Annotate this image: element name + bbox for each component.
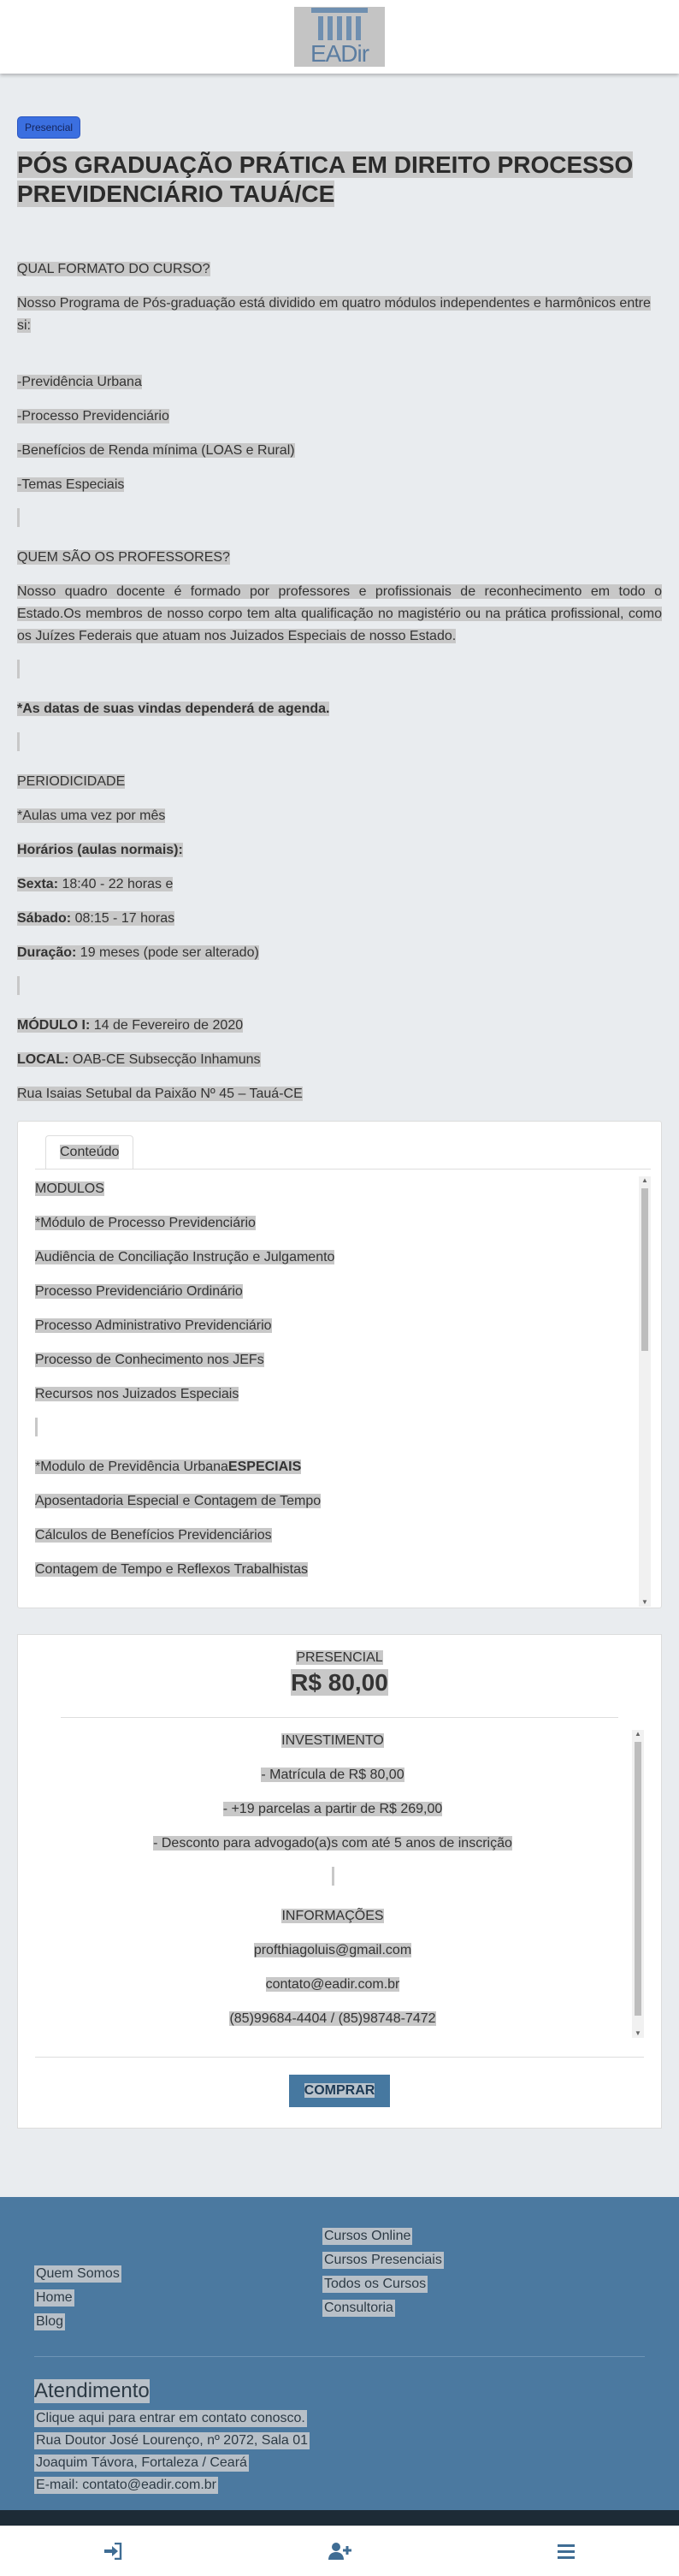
pricing-price: R$ 80,00 <box>291 1669 388 1696</box>
list-item: Processo de Conhecimento nos JEFs <box>35 1353 264 1367</box>
info-item: profthiagoluis@gmail.com <box>253 1943 412 1957</box>
location: LOCAL: OAB-CE Subsecção Inhamuns <box>17 1052 261 1067</box>
list-item: Aposentadoria Especial e Contagem de Tem… <box>35 1494 322 1508</box>
menu-icon[interactable] <box>549 2534 583 2568</box>
invest-item: - Matrícula de R$ 80,00 <box>261 1768 404 1782</box>
schedule-title: Horários (aulas normais): <box>17 843 183 857</box>
module-item: -Previdência Urbana <box>17 375 142 389</box>
city-line: Joaquim Távora, Fortaleza / Ceará <box>34 2455 249 2472</box>
info-item: (85)99684-4404 / (85)98748-7472 <box>229 2011 436 2026</box>
pricing-mode: PRESENCIAL <box>296 1650 383 1665</box>
scroll-down-icon[interactable]: ▼ <box>634 2029 642 2038</box>
address-line: Rua Doutor José Lourenço, nº 2072, Sala … <box>34 2432 310 2449</box>
format-text: Nosso Programa de Pós-graduação está div… <box>17 296 651 333</box>
list-item: *Modulo de Previdência UrbanaESPECIAIS <box>35 1460 302 1474</box>
invest-item: - +19 parcelas a partir de R$ 269,00 <box>222 1802 443 1816</box>
pricing-card: PRESENCIAL R$ 80,00 INVESTIMENTO - Matrí… <box>17 1634 662 2129</box>
professors-question: QUEM SÃO OS PROFESSORES? <box>17 550 230 565</box>
list-item: Recursos nos Juizados Especiais <box>35 1387 239 1401</box>
professors-text: Nosso quadro docente é formado por profe… <box>17 584 662 643</box>
comprar-button[interactable]: COMPRAR <box>288 2075 391 2107</box>
presencial-badge: Presencial <box>17 116 81 139</box>
list-item: Processo Previdenciário Ordinário <box>35 1284 243 1299</box>
module-start: MÓDULO I: 14 de Fevereiro de 2020 <box>17 1018 244 1033</box>
list-item: Audiência de Conciliação Instrução e Jul… <box>35 1250 335 1264</box>
invest-title: INVESTIMENTO <box>281 1733 384 1748</box>
atendimento-title: Atendimento <box>34 2379 150 2403</box>
schedule-sabado: Sábado: 08:15 - 17 horas <box>17 911 175 926</box>
scroll-up-icon[interactable]: ▲ <box>634 1730 642 1738</box>
module-item: -Processo Previdenciário <box>17 409 169 423</box>
scroll-up-icon[interactable]: ▲ <box>641 1176 649 1185</box>
footer-link-todos-cursos[interactable]: Todos os Cursos <box>322 2276 428 2293</box>
footer-link-blog[interactable]: Blog <box>34 2313 66 2330</box>
email-line: E-mail: contato@eadir.com.br <box>34 2477 218 2494</box>
module-item: -Temas Especiais <box>17 477 125 492</box>
user-plus-icon[interactable] <box>322 2534 357 2568</box>
info-item: contato@eadir.com.br <box>265 1977 400 1992</box>
footer-link-home[interactable]: Home <box>34 2289 74 2307</box>
content-tabs-card: Conteúdo MODULOS *Módulo de Processo Pre… <box>17 1121 662 1608</box>
footer-link-quem-somos[interactable]: Quem Somos <box>34 2265 121 2283</box>
list-item: Cálculos de Benefícios Previdenciários <box>35 1528 272 1543</box>
site-footer: Quem Somos Home Blog Cursos Online Curso… <box>0 2197 679 2526</box>
tab-conteudo[interactable]: Conteúdo <box>45 1135 134 1170</box>
tab-panel: MODULOS *Módulo de Processo Previdenciár… <box>35 1169 651 1607</box>
list-item: Processo Administrativo Previdenciário <box>35 1318 272 1333</box>
pricing-info: INVESTIMENTO - Matrícula de R$ 80,00 - +… <box>35 1730 644 2038</box>
footer-link-cursos-presenciais[interactable]: Cursos Presenciais <box>322 2252 444 2269</box>
site-header: EADir <box>0 0 679 74</box>
module-item: -Benefícios de Renda mínima (LOAS e Rura… <box>17 443 295 458</box>
schedule-sexta: Sexta: 18:40 - 22 horas e <box>17 877 174 891</box>
schedule-duracao: Duração: 19 meses (pode ser alterado) <box>17 945 259 960</box>
format-question: QUAL FORMATO DO CURSO? <box>17 262 210 276</box>
contact-link[interactable]: Clique aqui para entrar em contato conos… <box>34 2410 307 2427</box>
footer-link-consultoria[interactable]: Consultoria <box>322 2300 395 2317</box>
pricing-scrollbar[interactable]: ▲ ▼ <box>632 1730 644 2038</box>
periodicity-text: *Aulas uma vez por mês <box>17 808 166 823</box>
list-item: MODULOS <box>35 1181 104 1196</box>
page-title: PÓS GRADUAÇÃO PRÁTICA EM DIREITO PROCESS… <box>17 151 634 207</box>
course-content: Presencial PÓS GRADUAÇÃO PRÁTICA EM DIRE… <box>0 74 679 2129</box>
footer-link-cursos-online[interactable]: Cursos Online <box>322 2228 413 2245</box>
logo-text: EADir <box>310 40 369 67</box>
eadir-logo[interactable]: EADir <box>294 7 385 67</box>
bottom-nav <box>0 2526 679 2576</box>
info-title: INFORMAÇÕES <box>281 1909 384 1923</box>
list-item: *Módulo de Processo Previdenciário <box>35 1216 256 1230</box>
periodicity-title: PERIODICIDADE <box>17 774 126 789</box>
tab-scrollbar[interactable]: ▲ ▼ <box>639 1176 651 1607</box>
invest-item: - Desconto para advogado(a)s com até 5 a… <box>153 1836 512 1851</box>
scroll-down-icon[interactable]: ▼ <box>641 1598 649 1607</box>
sign-in-icon[interactable] <box>96 2534 130 2568</box>
list-item: Contagem de Tempo e Reflexos Trabalhista… <box>35 1562 308 1577</box>
address: Rua Isaias Setubal da Paixão Nº 45 – Tau… <box>17 1087 303 1101</box>
agenda-note: *As datas de suas vindas dependerá de ag… <box>17 702 330 716</box>
